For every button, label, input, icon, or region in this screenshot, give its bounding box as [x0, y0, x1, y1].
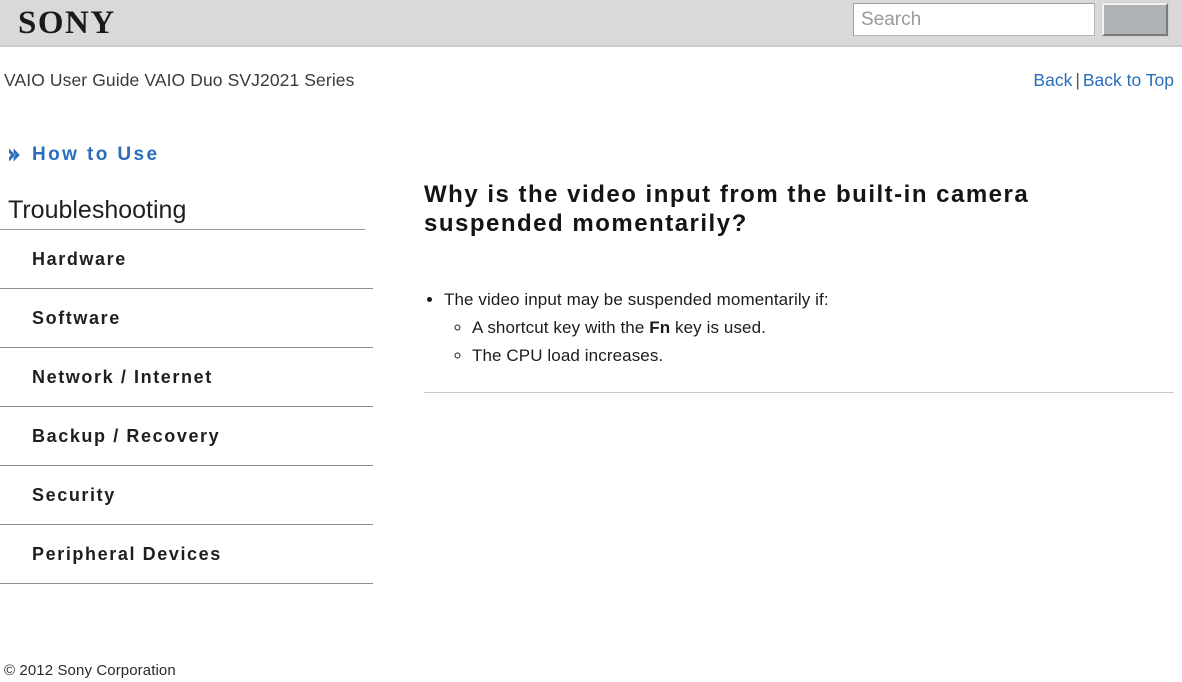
sub-item-text-pre: A shortcut key with the [472, 318, 650, 337]
back-link[interactable]: Back [1033, 70, 1072, 90]
sidebar-item-hardware[interactable]: Hardware [0, 230, 373, 289]
sidebar-item-software[interactable]: Software [0, 289, 373, 348]
sidebar-item-label: Backup / Recovery [32, 425, 221, 446]
search-input[interactable] [853, 3, 1095, 36]
subheader: VAIO User Guide VAIO Duo SVJ2021 Series … [0, 47, 1182, 99]
nav-separator: | [1075, 70, 1080, 90]
sidebar-item-label: Hardware [32, 248, 127, 269]
sub-item-text-post: key is used. [670, 318, 766, 337]
answer-list: The video input may be suspended momenta… [424, 286, 1174, 370]
sidebar-item-backup-recovery[interactable]: Backup / Recovery [0, 407, 373, 466]
sub-item-text-bold: Fn [649, 318, 671, 337]
sidebar-item-label: Software [32, 307, 121, 328]
list-item: A shortcut key with the Fn key is used. [472, 314, 1174, 342]
sidebar-menu: Hardware Software Network / Internet Bac… [0, 230, 373, 584]
answer-intro-text: The video input may be suspended momenta… [444, 290, 829, 309]
footer-copyright: © 2012 Sony Corporation [4, 662, 176, 679]
site-header: SONY [0, 0, 1182, 47]
content-body: The video input may be suspended momenta… [424, 286, 1174, 393]
guide-title: VAIO User Guide VAIO Duo SVJ2021 Series [4, 70, 355, 90]
double-chevron-right-icon [9, 148, 20, 162]
how-to-use-label: How to Use [32, 144, 160, 165]
sidebar-section-title: Troubleshooting [0, 196, 365, 230]
sidebar-item-peripheral-devices[interactable]: Peripheral Devices [0, 525, 373, 584]
sony-logo: SONY [18, 5, 116, 41]
sidebar-item-label: Peripheral Devices [32, 543, 222, 564]
sidebar-item-label: Security [32, 484, 116, 505]
page-title: Why is the video input from the built-in… [424, 181, 1030, 237]
answer-sublist: A shortcut key with the Fn key is used. … [444, 314, 1174, 370]
back-to-top-link[interactable]: Back to Top [1083, 70, 1174, 90]
header-nav-links: Back | Back to Top [1033, 70, 1174, 91]
list-item: The video input may be suspended momenta… [444, 286, 1174, 370]
sidebar-item-label: Network / Internet [32, 366, 213, 387]
sidebar-item-security[interactable]: Security [0, 466, 373, 525]
search-area [853, 2, 1169, 37]
main-content: Why is the video input from the built-in… [424, 180, 1174, 393]
sidebar: How to Use Troubleshooting Hardware Soft… [0, 140, 380, 584]
search-button[interactable] [1101, 2, 1169, 37]
sub-item-text-pre: The CPU load increases. [472, 346, 664, 365]
list-item: The CPU load increases. [472, 342, 1174, 370]
how-to-use-link[interactable]: How to Use [0, 140, 380, 170]
sidebar-item-network-internet[interactable]: Network / Internet [0, 348, 373, 407]
content-divider [424, 392, 1174, 393]
